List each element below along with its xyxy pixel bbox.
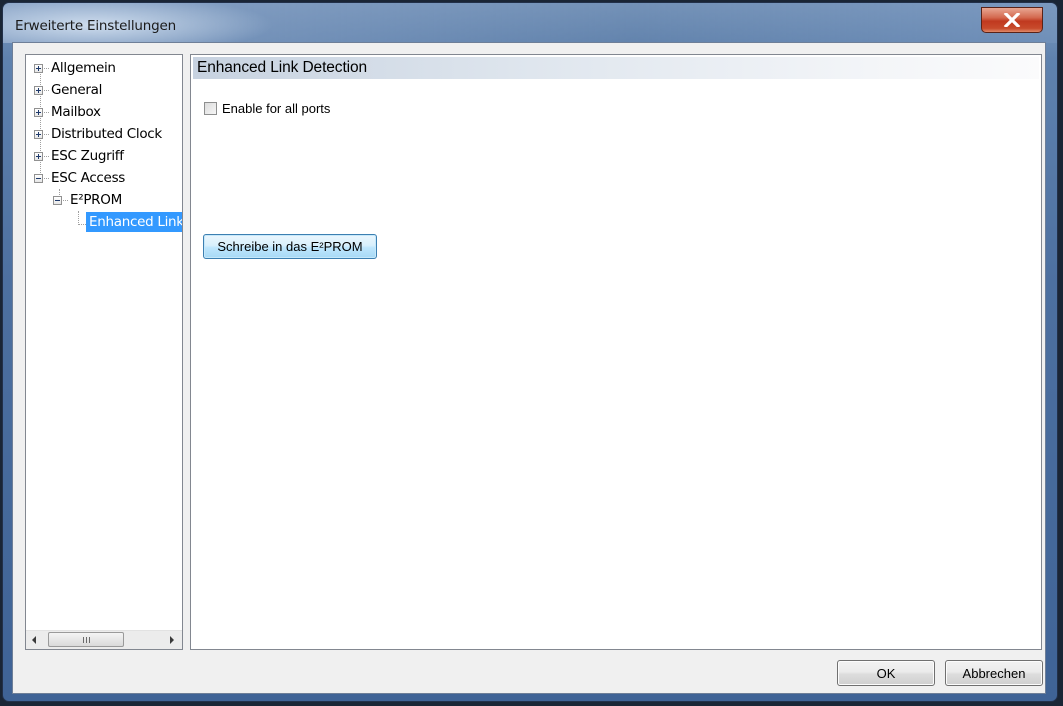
collapse-minus-icon[interactable]: [34, 174, 43, 183]
expand-plus-icon[interactable]: [34, 152, 43, 161]
scroll-right-arrow-icon[interactable]: [170, 636, 174, 644]
enable-all-ports-option[interactable]: Enable for all ports: [204, 101, 330, 116]
tree-item-label[interactable]: ESC Access: [49, 168, 127, 188]
dialog-window: Erweiterte Einstellungen Allgemein Gener…: [2, 2, 1058, 702]
tree-item-label[interactable]: ESC Zugriff: [49, 146, 126, 166]
tree-item-label[interactable]: General: [49, 80, 104, 100]
scroll-thumb[interactable]: [48, 632, 124, 647]
dialog-client-area: Allgemein General Mailbox Distributed Cl…: [12, 42, 1046, 694]
write-eeprom-button[interactable]: Schreibe in das E²PROM: [203, 234, 377, 259]
scroll-left-arrow-icon[interactable]: [32, 636, 36, 644]
tree-horizontal-scrollbar[interactable]: [26, 630, 182, 649]
expand-plus-icon[interactable]: [34, 130, 43, 139]
ok-button[interactable]: OK: [837, 660, 935, 686]
enable-all-ports-checkbox[interactable]: [204, 102, 217, 115]
tree-connector: [78, 211, 79, 225]
close-button[interactable]: [981, 7, 1043, 33]
window-title: Erweiterte Einstellungen: [15, 18, 176, 34]
panel-title: Enhanced Link Detection: [197, 59, 368, 76]
collapse-minus-icon[interactable]: [53, 196, 62, 205]
expand-plus-icon[interactable]: [34, 86, 43, 95]
expand-plus-icon[interactable]: [34, 108, 43, 117]
checkbox-label: Enable for all ports: [222, 101, 331, 116]
tree-item-label[interactable]: Mailbox: [49, 102, 103, 122]
settings-tree: Allgemein General Mailbox Distributed Cl…: [25, 54, 183, 650]
tree-item-label[interactable]: Distributed Clock: [49, 124, 164, 144]
scroll-grip-icon: [82, 636, 90, 643]
cancel-button[interactable]: Abbrechen: [945, 660, 1043, 686]
tree-item-label[interactable]: Allgemein: [49, 58, 118, 78]
tree-item-label-selected[interactable]: Enhanced Link: [86, 212, 182, 232]
expand-plus-icon[interactable]: [34, 64, 43, 73]
tree-item-label[interactable]: E²PROM: [68, 190, 124, 210]
close-icon: [1003, 13, 1021, 27]
settings-panel: Enhanced Link Detection Enable for all p…: [190, 54, 1042, 650]
panel-header: Enhanced Link Detection: [193, 57, 1039, 79]
title-bar[interactable]: Erweiterte Einstellungen: [3, 3, 1057, 43]
